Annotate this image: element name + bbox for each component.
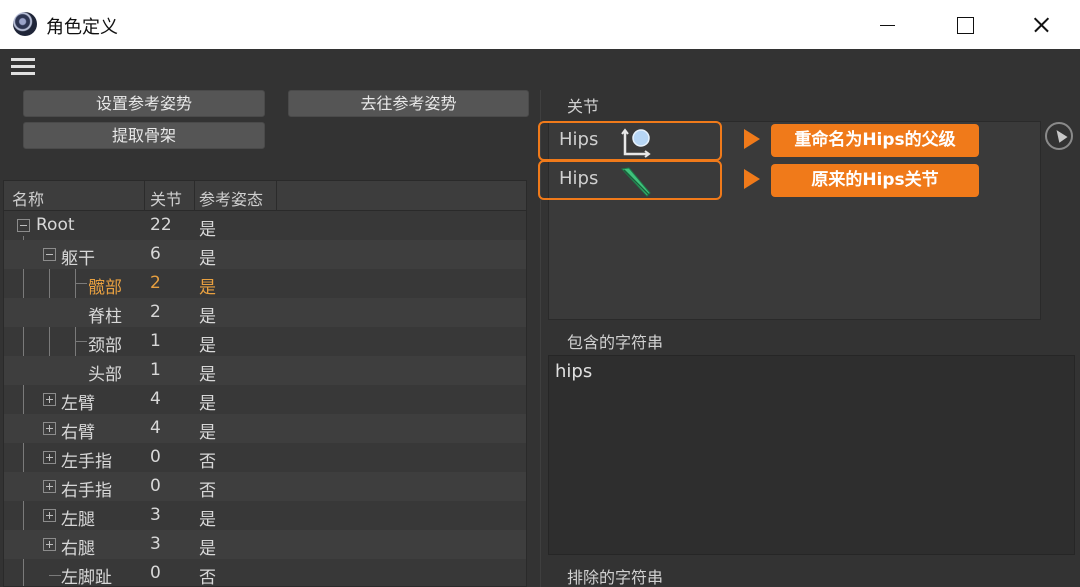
expand-toggle[interactable] bbox=[43, 509, 56, 522]
tree-row[interactable]: 右腿 3 是 bbox=[4, 530, 526, 559]
close-button[interactable] bbox=[1018, 0, 1064, 49]
extract-skeleton-button[interactable]: 提取骨架 bbox=[23, 122, 265, 149]
joints-label: 关节 bbox=[567, 97, 600, 116]
expand-toggle[interactable] bbox=[43, 480, 56, 493]
title-bar: 角色定义 bbox=[0, 0, 1080, 49]
column-header-name[interactable]: 名称 bbox=[12, 186, 44, 210]
tree-row[interactable]: 颈部 1 是 bbox=[4, 327, 526, 356]
include-strings-field[interactable]: hips bbox=[548, 355, 1075, 555]
include-strings-label: 包含的字符串 bbox=[567, 333, 664, 352]
collapse-toggle[interactable] bbox=[43, 248, 56, 261]
tree-row[interactable]: 躯干 6 是 bbox=[4, 240, 526, 269]
set-reference-pose-button[interactable]: 设置参考姿势 bbox=[23, 90, 265, 117]
annotation-callout: 重命名为Hips的父级 bbox=[771, 124, 979, 157]
minimize-button[interactable] bbox=[864, 0, 910, 49]
expand-toggle[interactable] bbox=[43, 393, 56, 406]
tree-row[interactable]: 脊柱 2 是 bbox=[4, 298, 526, 327]
annotation-callout: 原来的Hips关节 bbox=[771, 164, 979, 197]
callout-arrow-icon bbox=[744, 129, 760, 149]
tree-row[interactable]: 头部 1 是 bbox=[4, 356, 526, 385]
null-object-icon bbox=[621, 128, 651, 158]
column-header-reference-pose[interactable]: 参考姿态 bbox=[199, 186, 263, 210]
tree-row[interactable]: 左腿 3 是 bbox=[4, 501, 526, 530]
joint-bone-icon bbox=[620, 167, 651, 197]
maximize-button[interactable] bbox=[942, 0, 988, 49]
tree-row-selected[interactable]: 髋部 2 是 bbox=[4, 269, 526, 298]
exclude-strings-label: 排除的字符串 bbox=[567, 568, 664, 587]
tree-row[interactable]: 右臂 4 是 bbox=[4, 414, 526, 443]
tree-row[interactable]: 右手指 0 否 bbox=[4, 472, 526, 501]
expand-toggle[interactable] bbox=[43, 538, 56, 551]
window-title: 角色定义 bbox=[46, 17, 118, 38]
goto-reference-pose-button[interactable]: 去往参考姿势 bbox=[288, 90, 529, 117]
tree-row[interactable]: 左手指 0 否 bbox=[4, 443, 526, 472]
joint-slot-hips-original[interactable]: Hips bbox=[538, 160, 722, 200]
tree-header: 名称 关节 参考姿态 bbox=[4, 181, 526, 211]
column-header-joints[interactable]: 关节 bbox=[150, 186, 182, 210]
tree-row[interactable]: 左脚趾 0 否 bbox=[4, 559, 526, 586]
collapse-toggle[interactable] bbox=[17, 219, 30, 232]
pick-object-icon[interactable] bbox=[1045, 122, 1073, 150]
cinema4d-logo-icon bbox=[13, 12, 37, 36]
joint-slot-hips-parent[interactable]: Hips bbox=[538, 121, 722, 161]
expand-toggle[interactable] bbox=[43, 422, 56, 435]
expand-toggle[interactable] bbox=[43, 451, 56, 464]
hamburger-menu-icon[interactable] bbox=[11, 58, 35, 76]
character-tree[interactable]: 名称 关节 参考姿态 Root 22 是 躯干 6 是 髋部 2 是 脊柱 2 … bbox=[3, 180, 527, 587]
tree-row[interactable]: 左臂 4 是 bbox=[4, 385, 526, 414]
callout-arrow-icon bbox=[744, 169, 760, 189]
tree-row[interactable]: Root 22 是 bbox=[4, 211, 526, 240]
